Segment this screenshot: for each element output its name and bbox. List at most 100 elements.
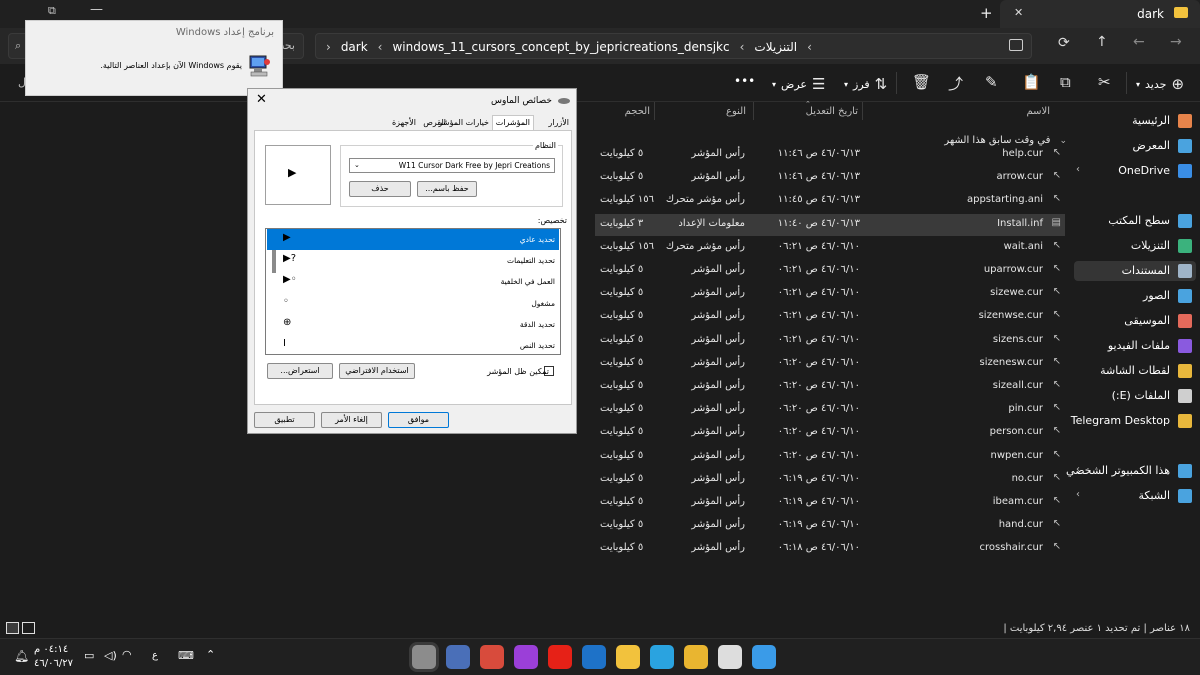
tab-close-icon[interactable]: ✕ (1014, 6, 1023, 19)
dialog-tab[interactable]: المؤشرات (491, 115, 534, 130)
sidebar-item[interactable]: OneDrive ‹ (1074, 161, 1196, 181)
restore-icon[interactable]: ⧉ (48, 4, 56, 18)
minimize-icon[interactable]: — (90, 2, 103, 17)
file-row[interactable]: ↖ help.cur ٤٦/٠٦/١٣ ص ١١:٤٦ رأس المؤشر ٥ كيل… (595, 144, 1065, 166)
sidebar-item[interactable]: الموسيقى (1074, 311, 1196, 331)
sort-button[interactable]: ▾ فرز ⇅ (844, 75, 887, 93)
browse-button[interactable]: استعراض... (267, 363, 333, 379)
cursor-list-row[interactable]: ▶ تحديد عادي (267, 229, 559, 250)
wifi-icon[interactable]: ◠ (122, 648, 132, 661)
search-app-icon[interactable] (718, 645, 742, 669)
details-view-icon[interactable] (6, 622, 19, 634)
sidebar-item[interactable]: سطح المكتب (1074, 211, 1196, 231)
file-row[interactable]: ↖ nwpen.cur ٤٦/٠٦/١٠ ص ٠٦:٢٠ رأس المؤشر ٥ كي… (595, 446, 1065, 468)
sidebar-item[interactable]: ملفات الفيديو (1074, 336, 1196, 356)
cursor-list-row[interactable]: ⊕ تحديد الدقة (267, 314, 559, 335)
file-row[interactable]: ↖ no.cur ٤٦/٠٦/١٠ ص ٠٦:١٩ رأس المؤشر ٥ كيلوب… (595, 469, 1065, 491)
chevron-icon[interactable]: ‹ (1076, 164, 1080, 175)
clock-time[interactable]: ٠٤:١٤ م (34, 644, 68, 655)
file-row[interactable]: ▤ Install.inf ٤٦/٠٦/١٣ ص ١١:٤٠ معلومات الإع… (595, 213, 1065, 236)
up-icon[interactable]: ↑ (1096, 34, 1108, 50)
column-size[interactable]: الحجم (625, 106, 650, 117)
file-row[interactable]: ↖ person.cur ٤٦/٠٦/١٠ ص ٠٦:٢٠ رأس المؤشر ٥ ك… (595, 422, 1065, 444)
heart-app-icon[interactable] (514, 645, 538, 669)
copy-icon[interactable]: ⧉ (1060, 73, 1071, 91)
column-name[interactable]: الاسم (1026, 106, 1050, 117)
sidebar-item[interactable]: المعرض (1074, 136, 1196, 156)
sidebar-item[interactable]: المستندات (1074, 261, 1196, 281)
sidebar-item[interactable]: التنزيلات (1074, 236, 1196, 256)
file-row[interactable]: ↖ ibeam.cur ٤٦/٠٦/١٠ ص ٠٦:١٩ رأس المؤشر ٥ كي… (595, 492, 1065, 514)
cursor-list[interactable]: ▶ تحديد عادي ▶? تحديد التعليمات ▶◦ العمل في ا… (265, 228, 561, 355)
sidebar-item[interactable]: هذا الكمبيوتر الشخصي ‹ (1066, 461, 1196, 481)
mouse-app-icon[interactable] (412, 645, 436, 669)
battery-icon[interactable]: ▭ (84, 649, 94, 662)
cut-icon[interactable]: ✂ (1098, 73, 1111, 91)
file-row[interactable]: ↖ pin.cur ٤٦/٠٦/١٠ ص ٠٦:٢٠ رأس المؤشر ٥ كيلو… (595, 399, 1065, 421)
breadcrumb-dark[interactable]: dark (341, 40, 368, 54)
sidebar-item[interactable]: الرئيسية (1074, 111, 1196, 131)
start-app-icon[interactable] (752, 645, 776, 669)
chevron-up-icon[interactable]: ⌃ (206, 648, 215, 661)
paste-icon[interactable]: 📋 (1022, 73, 1041, 91)
file-row[interactable]: ↖ sizens.cur ٤٦/٠٦/١٠ ص ٠٦:٢١ رأس المؤشر ٥ ك… (595, 330, 1065, 352)
rename-icon[interactable]: ✎ (985, 73, 998, 91)
sidebar-item[interactable]: Telegram Desktop (1071, 411, 1196, 431)
file-row[interactable]: ↖ appstarting.ani ٤٦/٠٦/١٣ ص ١١:٤٥ رأس مؤشر… (595, 190, 1065, 212)
cursor-list-row[interactable]: I تحديد النص (267, 335, 559, 354)
chevron-icon[interactable]: ‹ (1076, 464, 1080, 475)
view-button[interactable]: ▾ عرض ☰ (772, 75, 825, 93)
save-as-button[interactable]: حفظ باسم... (417, 181, 477, 197)
chevron-icon[interactable]: ‹ (1076, 489, 1080, 500)
apply-button[interactable]: تطبيق (254, 412, 315, 428)
ok-button[interactable]: موافق (388, 412, 449, 428)
cancel-button[interactable]: إلغاء الأمر (321, 412, 382, 428)
tiles-view-icon[interactable] (22, 622, 35, 634)
file-row[interactable]: ↖ wait.ani ٤٦/٠٦/١٠ ص ٠٦:٢١ رأس مؤشر متحرك ١… (595, 237, 1065, 259)
sidebar-item[interactable]: الصور (1074, 286, 1196, 306)
sidebar-item[interactable]: الشبكة ‹ (1074, 486, 1196, 506)
language-indicator[interactable]: ع (152, 650, 158, 661)
file-row[interactable]: ↖ crosshair.cur ٤٦/٠٦/١٠ ص ٠٦:١٨ رأس المؤشر… (595, 538, 1065, 560)
share-icon[interactable]: ⤴ (948, 73, 963, 94)
file-row[interactable]: ↖ sizeall.cur ٤٦/٠٦/١٠ ص ٠٦:٢٠ رأس المؤشر ٥ … (595, 376, 1065, 398)
column-modified[interactable]: تاريخ التعديل (806, 106, 858, 117)
volume-icon[interactable]: ◁) (104, 649, 117, 662)
cursor-list-row[interactable]: ◦ مشغول (267, 293, 559, 314)
clock-date[interactable]: ٤٦/٠٦/٢٧ (34, 658, 73, 669)
setup-app-icon[interactable] (446, 645, 470, 669)
delete-icon[interactable]: 🗑 (912, 73, 931, 91)
cursor-list-row[interactable]: ▶◦ العمل في الخلفية (267, 271, 559, 292)
use-default-button[interactable]: استخدام الافتراضي (339, 363, 415, 379)
more-button[interactable]: ••• (734, 74, 755, 88)
new-button[interactable]: ▾ جديد ⊕ (1136, 75, 1184, 93)
file-row[interactable]: ↖ uparrow.cur ٤٦/٠٦/١٠ ص ٠٦:٢١ رأس المؤشر ٥ … (595, 260, 1065, 282)
refresh-icon[interactable]: ⟳ (1058, 35, 1070, 51)
delete-button[interactable]: حذف (349, 181, 411, 197)
file-row[interactable]: ↖ sizenesw.cur ٤٦/٠٦/١٠ ص ٠٦:٢٠ رأس المؤشر ٥… (595, 353, 1065, 375)
back-icon[interactable]: → (1170, 34, 1182, 50)
youtube-app-icon[interactable] (548, 645, 572, 669)
forward-icon[interactable]: ← (1133, 34, 1145, 50)
dialog-tab[interactable]: الأزرار (548, 118, 569, 127)
breadcrumb[interactable]: › dark ‹ windows_11_cursors_concept_by_j… (315, 33, 1032, 59)
dialog-close-button[interactable]: ✕ (256, 92, 267, 107)
new-tab-button[interactable]: + (980, 4, 993, 22)
keyboard-icon[interactable]: ⌨ (178, 649, 194, 662)
scheme-dropdown[interactable]: ⌄ W11 Cursor Dark Free by Jepri Creation… (349, 158, 555, 173)
column-type[interactable]: النوع (726, 106, 746, 117)
file-row[interactable]: ↖ sizenwse.cur ٤٦/٠٦/١٠ ص ٠٦:٢١ رأس المؤشر ٥… (595, 306, 1065, 328)
file-row[interactable]: ↖ arrow.cur ٤٦/٠٦/١٣ ص ١١:٤٦ رأس المؤشر ٥ كي… (595, 167, 1065, 189)
dialog-tab[interactable]: الأجهزة (392, 118, 416, 127)
tab-dark[interactable]: ✕ dark (1000, 0, 1200, 28)
store-app-icon[interactable] (480, 645, 504, 669)
breadcrumb-downloads[interactable]: التنزيلات (754, 40, 797, 54)
breadcrumb-folder[interactable]: windows_11_cursors_concept_by_jepricreat… (392, 40, 729, 54)
bell-icon[interactable]: 🔔︎ (14, 649, 29, 663)
file-row[interactable]: ↖ sizewe.cur ٤٦/٠٦/١٠ ص ٠٦:٢١ رأس المؤشر ٥ ك… (595, 283, 1065, 305)
chrome-app-icon[interactable] (684, 645, 708, 669)
sidebar-item[interactable]: الملفات (E:) (1074, 386, 1196, 406)
cursor-list-row[interactable]: ▶? تحديد التعليمات (267, 250, 559, 271)
telegram-app-icon[interactable] (650, 645, 674, 669)
explorer-app-icon[interactable] (616, 645, 640, 669)
